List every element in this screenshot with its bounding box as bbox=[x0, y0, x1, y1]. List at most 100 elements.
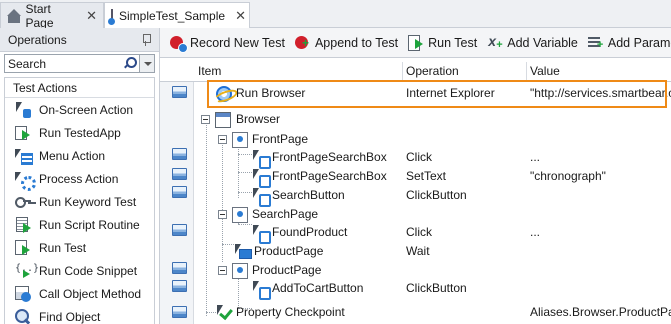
operation-label: Run Code Snippet bbox=[39, 263, 138, 278]
add-variable-button[interactable]: Add Variable bbox=[483, 32, 582, 54]
browser-icon bbox=[215, 112, 231, 128]
operation-on-screen-action[interactable]: On-Screen Action bbox=[5, 98, 154, 121]
add-parameter-button[interactable]: Add Parameter bbox=[584, 32, 671, 54]
screenshot-icon[interactable] bbox=[172, 262, 187, 274]
value-cell[interactable]: ... bbox=[530, 150, 540, 164]
collapse-icon[interactable] bbox=[218, 266, 227, 275]
operation-cell[interactable]: Click bbox=[406, 150, 432, 164]
operation-run-testedapp[interactable]: Run TestedApp bbox=[5, 121, 154, 144]
button-label: Run Test bbox=[428, 35, 478, 50]
record-new-test-button[interactable]: Record New Test bbox=[166, 32, 289, 54]
operation-call-object-method[interactable]: Call Object Method bbox=[5, 282, 154, 305]
process-action-icon bbox=[15, 171, 36, 191]
operations-list: Test Actions On-Screen Action Run Tested… bbox=[4, 77, 155, 324]
screenshot-icon[interactable] bbox=[172, 148, 187, 160]
column-header-operation[interactable]: Operation bbox=[406, 64, 459, 78]
find-object-icon bbox=[15, 308, 31, 324]
monitor-icon bbox=[234, 244, 252, 260]
item-cell: AddToCartButton bbox=[272, 281, 364, 295]
operation-cell[interactable]: SetText bbox=[406, 169, 446, 183]
value-cell[interactable]: "chronograph" bbox=[530, 169, 606, 183]
home-icon bbox=[7, 8, 21, 23]
screenshot-icon[interactable] bbox=[172, 280, 187, 292]
tab-label: SimpleTest_Sample bbox=[119, 9, 226, 23]
collapse-icon[interactable] bbox=[201, 115, 210, 124]
run-testedapp-icon bbox=[15, 125, 31, 141]
value-cell[interactable]: "http://services.smartbear.c bbox=[530, 86, 671, 100]
operations-title: Operations bbox=[8, 32, 67, 47]
chevron-down-icon[interactable] bbox=[139, 55, 154, 72]
button-label: Record New Test bbox=[190, 35, 285, 50]
run-test-icon bbox=[15, 239, 31, 256]
on-screen-action-icon bbox=[252, 169, 271, 188]
column-header-item[interactable]: Item bbox=[198, 64, 221, 78]
group-label: Test Actions bbox=[13, 80, 78, 95]
append-to-test-button[interactable]: Append to Test bbox=[291, 32, 402, 54]
search-icon[interactable] bbox=[123, 57, 137, 70]
close-icon[interactable]: ✕ bbox=[235, 8, 246, 24]
operation-cell[interactable]: Click bbox=[406, 225, 432, 239]
item-cell: ProductPage bbox=[252, 263, 322, 277]
internet-explorer-icon bbox=[216, 86, 232, 102]
operation-run-keyword-test[interactable]: Run Keyword Test bbox=[5, 190, 154, 213]
operation-run-script-routine[interactable]: Run Script Routine bbox=[5, 213, 154, 236]
item-cell: ProductPage bbox=[254, 244, 324, 258]
on-screen-action-icon bbox=[252, 150, 271, 169]
on-screen-action-icon bbox=[252, 188, 271, 207]
keyword-test-grid: Item Operation Value Run Browser Interne… bbox=[160, 58, 671, 324]
collapse-icon[interactable] bbox=[218, 135, 227, 144]
tab-start-page[interactable]: Start Page ✕ bbox=[0, 1, 104, 30]
operation-cell[interactable]: Wait bbox=[406, 244, 430, 258]
operation-cell[interactable]: Internet Explorer bbox=[406, 86, 495, 100]
operation-cell[interactable]: ClickButton bbox=[406, 281, 467, 295]
screenshot-icon[interactable] bbox=[172, 86, 187, 98]
operations-search-box bbox=[4, 54, 155, 73]
operation-label: Find Object bbox=[39, 309, 101, 324]
screenshot-icon[interactable] bbox=[172, 186, 187, 198]
operation-label: Menu Action bbox=[39, 148, 106, 163]
close-icon[interactable]: ✕ bbox=[86, 8, 97, 24]
operations-panel: Operations Test Actions On-Screen Action… bbox=[0, 28, 160, 324]
button-label: Add Parameter bbox=[607, 35, 671, 50]
operation-process-action[interactable]: Process Action bbox=[5, 167, 154, 191]
operation-label: Run Script Routine bbox=[39, 217, 140, 232]
test-editor-toolbar: Record New Test Append to Test Run Test … bbox=[160, 28, 671, 58]
item-cell: SearchButton bbox=[272, 188, 345, 202]
operation-label: Process Action bbox=[39, 171, 119, 186]
menu-action-icon bbox=[15, 148, 33, 165]
pin-icon[interactable] bbox=[141, 33, 151, 46]
collapse-icon[interactable] bbox=[218, 210, 227, 219]
run-test-button[interactable]: Run Test bbox=[404, 32, 481, 54]
item-cell: Browser bbox=[236, 112, 281, 126]
column-divider[interactable] bbox=[402, 62, 403, 82]
add-variable-icon bbox=[487, 33, 503, 51]
item-cell: Property Checkpoint bbox=[236, 305, 345, 319]
run-script-routine-icon bbox=[15, 216, 31, 233]
operation-label: Run Test bbox=[39, 240, 87, 255]
value-cell[interactable]: Aliases.Browser.ProductPag bbox=[530, 305, 671, 319]
group-test-actions[interactable]: Test Actions bbox=[5, 78, 154, 98]
item-cell: SearchPage bbox=[252, 207, 319, 221]
append-record-icon bbox=[294, 35, 312, 51]
value-cell[interactable]: ... bbox=[530, 225, 540, 239]
button-label: Add Variable bbox=[507, 35, 578, 50]
operation-run-test[interactable]: Run Test bbox=[5, 236, 154, 259]
operations-header: Operations bbox=[0, 28, 159, 52]
search-input[interactable] bbox=[5, 55, 115, 72]
tab-simpletest-sample[interactable]: SimpleTest_Sample ✕ bbox=[104, 2, 250, 29]
test-row-property-checkpoint[interactable]: Property Checkpoint Aliases.Browser.Prod… bbox=[194, 301, 671, 324]
operation-menu-action[interactable]: Menu Action bbox=[5, 144, 154, 167]
column-divider[interactable] bbox=[526, 62, 527, 82]
run-code-snippet-icon bbox=[15, 263, 39, 279]
screenshot-icon[interactable] bbox=[172, 306, 187, 318]
operation-cell[interactable]: ClickButton bbox=[406, 188, 467, 202]
screenshot-icon[interactable] bbox=[172, 168, 187, 180]
operation-run-code-snippet[interactable]: Run Code Snippet bbox=[5, 259, 154, 282]
test-row-run-browser[interactable]: Run Browser Internet Explorer "http://se… bbox=[194, 82, 671, 105]
test-row-addtocartbutton[interactable]: AddToCartButton ClickButton bbox=[194, 277, 671, 300]
tab-label: Start Page bbox=[25, 1, 54, 30]
operation-find-object[interactable]: Find Object bbox=[5, 305, 154, 324]
screenshot-icon[interactable] bbox=[172, 224, 187, 236]
column-header-value[interactable]: Value bbox=[530, 64, 560, 78]
operation-label: On-Screen Action bbox=[39, 102, 134, 117]
